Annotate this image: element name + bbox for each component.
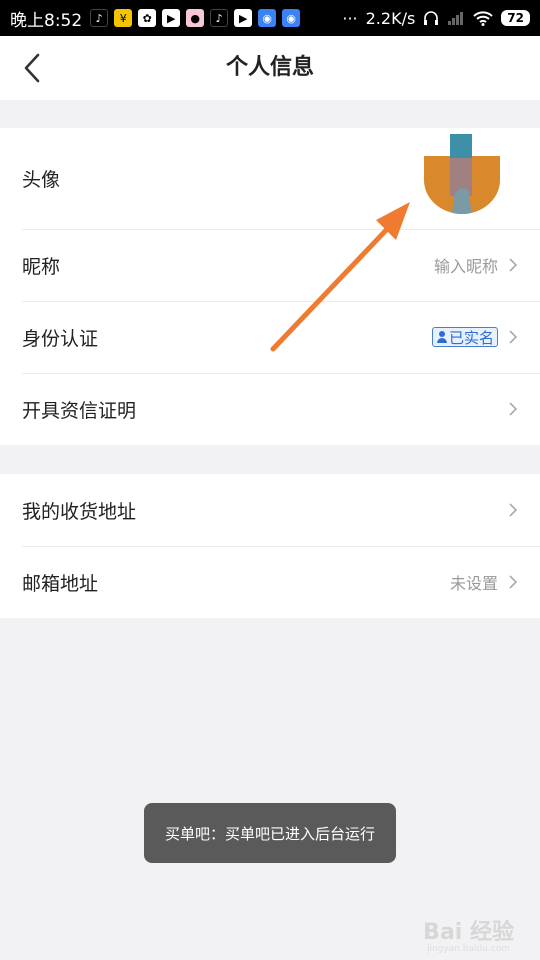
status-time: 晚上8:52 bbox=[10, 10, 83, 31]
page-title: 个人信息 bbox=[225, 55, 314, 80]
play-icon: ▶ bbox=[234, 9, 253, 27]
avatar-label: 头像 bbox=[22, 169, 61, 191]
email-value: 未设置 bbox=[449, 574, 498, 593]
address-section: 我的收货地址 邮箱地址 未设置 bbox=[0, 474, 540, 618]
credit-certificate-row[interactable]: 开具资信证明 bbox=[0, 373, 540, 445]
headphones-icon bbox=[424, 11, 439, 25]
identity-row[interactable]: 身份认证 已实名 bbox=[0, 301, 540, 373]
app-header: 个人信息 bbox=[0, 36, 540, 100]
chevron-right-icon bbox=[509, 258, 518, 272]
verified-badge: 已实名 bbox=[431, 327, 498, 347]
tiktok-icon: ♪ bbox=[90, 9, 109, 27]
watermark-url: jingyan.baidu.com bbox=[426, 944, 510, 954]
identity-label: 身份认证 bbox=[22, 327, 99, 350]
play-icon: ▶ bbox=[162, 9, 181, 27]
app-icon: ✿ bbox=[138, 9, 157, 27]
email-row[interactable]: 邮箱地址 未设置 bbox=[0, 546, 540, 618]
person-icon bbox=[436, 331, 447, 343]
signal-icon bbox=[448, 12, 464, 25]
avatar[interactable] bbox=[424, 134, 500, 214]
nickname-right: 输入昵称 bbox=[434, 253, 518, 277]
net-speed: 2.2K/s bbox=[365, 8, 416, 28]
notification-icons: ♪ ¥ ✿ ▶ ● ♪ ▶ ◉ ◉ bbox=[90, 9, 301, 27]
chevron-left-icon bbox=[24, 53, 40, 83]
status-right: ··· 2.2K/s 72 bbox=[342, 9, 530, 28]
chevron-right-icon bbox=[509, 575, 518, 589]
email-right: 未设置 bbox=[450, 570, 518, 594]
back-button[interactable] bbox=[14, 50, 50, 86]
credit-certificate-label: 开具资信证明 bbox=[22, 399, 137, 422]
status-bar: 晚上8:52 ♪ ¥ ✿ ▶ ● ♪ ▶ ◉ ◉ ··· 2.2K/s 72 bbox=[0, 0, 540, 36]
more-dots-icon: ··· bbox=[342, 8, 358, 28]
tiktok-icon: ♪ bbox=[210, 9, 229, 27]
wifi-icon bbox=[473, 11, 493, 26]
toast-message: 买单吧：买单吧已进入后台运行 bbox=[144, 803, 396, 863]
chevron-right-icon bbox=[509, 402, 518, 416]
profile-section: 头像 昵称 输入昵称 身份认证 已实名 开具资信证明 bbox=[0, 128, 540, 445]
battery-indicator: 72 bbox=[501, 10, 530, 26]
shipping-address-row[interactable]: 我的收货地址 bbox=[0, 474, 540, 546]
app-icon: ¥ bbox=[114, 9, 133, 27]
identity-right: 已实名 bbox=[431, 327, 518, 347]
chevron-right-icon bbox=[509, 503, 518, 517]
verified-text: 已实名 bbox=[448, 328, 494, 347]
app-icon: ◉ bbox=[282, 9, 301, 27]
shipping-address-label: 我的收货地址 bbox=[22, 500, 137, 523]
nickname-placeholder: 输入昵称 bbox=[433, 257, 498, 276]
baidu-watermark: Bai 经验 bbox=[423, 920, 514, 945]
app-icon: ◉ bbox=[258, 9, 277, 27]
nickname-label: 昵称 bbox=[22, 255, 61, 278]
chevron-right-icon bbox=[509, 330, 518, 344]
credit-right bbox=[508, 402, 518, 416]
shipping-right bbox=[508, 503, 518, 517]
app-icon: ● bbox=[186, 9, 205, 27]
nickname-row[interactable]: 昵称 输入昵称 bbox=[0, 229, 540, 301]
email-label: 邮箱地址 bbox=[22, 572, 99, 595]
avatar-row[interactable]: 头像 bbox=[0, 128, 540, 229]
